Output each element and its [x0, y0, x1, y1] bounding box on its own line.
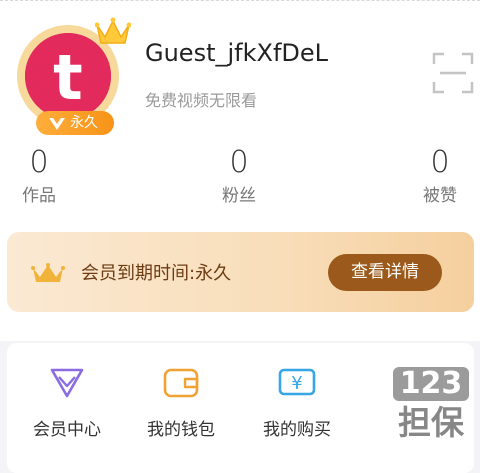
watermark-text: 担保	[398, 403, 464, 442]
watermark-number: 123	[393, 367, 469, 401]
works-label: 作品	[22, 186, 56, 206]
purchase-icon: ¥	[278, 368, 316, 396]
scan-icon[interactable]	[432, 52, 474, 94]
menu-label-purchases: 我的购买	[263, 420, 331, 440]
stat-works[interactable]: 0 作品	[18, 144, 60, 210]
stat-likes[interactable]: 0 被赞	[418, 144, 462, 210]
menu-label-wallet: 我的钱包	[147, 420, 215, 440]
stat-fans[interactable]: 0 粉丝	[218, 144, 260, 210]
vip-expire-text: 会员到期时间:永久	[81, 263, 232, 284]
wallet-icon	[163, 368, 199, 398]
avatar-letter: t	[53, 41, 83, 114]
works-count: 0	[29, 145, 49, 180]
menu-item-vip-center[interactable]: 会员中心	[17, 363, 117, 440]
vip-badge-label: 永久	[70, 115, 98, 131]
avatar[interactable]: t 永久	[17, 17, 131, 135]
vip-badge: 永久	[36, 111, 114, 135]
menu-item-wallet[interactable]: 我的钱包	[131, 363, 231, 440]
crown-icon	[95, 17, 131, 44]
menu-label-vip-center: 会员中心	[33, 420, 101, 440]
slogan: 免费视频无限看	[145, 91, 258, 110]
v-icon	[49, 118, 65, 130]
watermark: 123 担保	[390, 367, 472, 443]
svg-text:¥: ¥	[291, 373, 302, 394]
fans-label: 粉丝	[222, 186, 256, 206]
username: Guest_jfkXfDeL	[145, 39, 329, 67]
view-details-button[interactable]: 查看详情	[328, 254, 442, 291]
likes-count: 0	[430, 145, 450, 180]
diamond-icon	[50, 368, 84, 398]
vip-banner[interactable]: 会员到期时间:永久 查看详情	[7, 232, 474, 312]
avatar-image: t	[25, 33, 111, 119]
profile-panel: t 永久 Guest_jfkXfDeL 免费视频无限看 0 作品 0 粉丝 0 …	[0, 0, 480, 341]
fans-count: 0	[229, 145, 249, 180]
likes-label: 被赞	[423, 186, 457, 206]
menu-item-purchases[interactable]: ¥ 我的购买	[247, 363, 347, 440]
crown-icon	[31, 263, 65, 282]
